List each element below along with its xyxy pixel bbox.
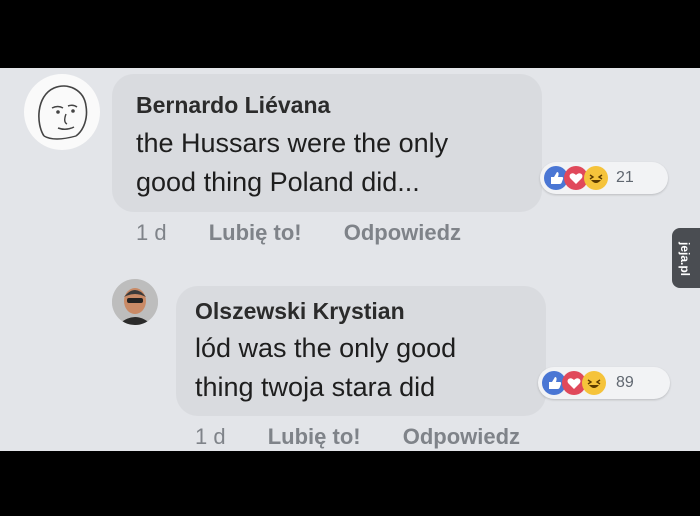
comment-author[interactable]: Bernardo Liévana <box>136 92 330 119</box>
reply-link[interactable]: Odpowiedz <box>344 220 461 245</box>
comment-meta: 1 d Lubię to! Odpowiedz <box>195 424 520 450</box>
haha-icon <box>584 166 608 190</box>
reactions-summary[interactable]: 21 <box>540 162 668 194</box>
wojak-face-icon <box>38 85 88 140</box>
reply-link[interactable]: Odpowiedz <box>403 424 520 449</box>
avatar[interactable] <box>112 279 158 325</box>
avatar[interactable] <box>24 74 100 150</box>
like-link[interactable]: Lubię to! <box>268 424 361 449</box>
like-link[interactable]: Lubię to! <box>209 220 302 245</box>
watermark-logo: jeja.pl <box>672 228 700 288</box>
comment-author[interactable]: Olszewski Krystian <box>195 298 405 325</box>
reactions-summary[interactable]: 89 <box>538 367 670 399</box>
comment-text-line: good thing Poland did... <box>136 167 420 197</box>
comment-text-line: the Hussars were the only <box>136 128 449 158</box>
comment-time[interactable]: 1 d <box>136 220 167 245</box>
comment-thread: Bernardo Liévana the Hussars were the on… <box>0 68 700 451</box>
haha-icon <box>582 371 606 395</box>
comment-text-line: lód was the only good <box>195 333 457 363</box>
comment-text-line: thing twoja stara did <box>195 372 436 402</box>
profile-photo-icon <box>112 279 158 325</box>
comment-meta: 1 d Lubię to! Odpowiedz <box>136 220 461 246</box>
reaction-count: 21 <box>616 169 634 186</box>
reaction-count: 89 <box>616 374 634 391</box>
watermark-text: jeja.pl <box>678 242 692 277</box>
comment-time[interactable]: 1 d <box>195 424 226 449</box>
